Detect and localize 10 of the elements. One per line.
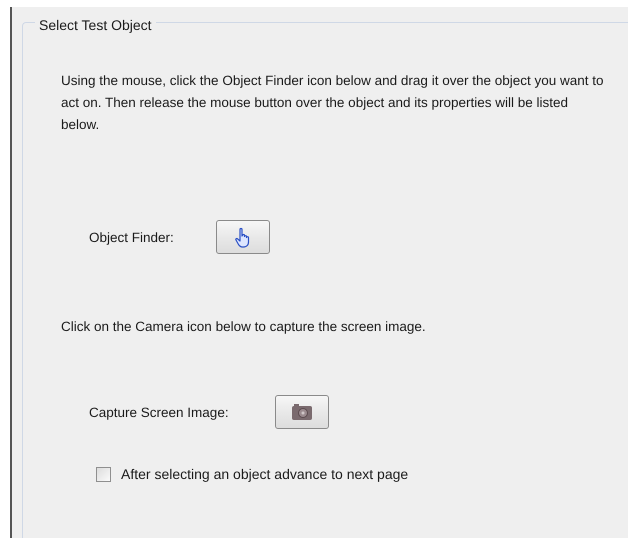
capture-label: Capture Screen Image: <box>89 404 230 420</box>
group-title: Select Test Object <box>35 17 156 33</box>
advance-checkbox[interactable] <box>96 466 111 482</box>
camera-icon <box>291 403 313 421</box>
instructions-text: Using the mouse, click the Object Finder icon below and drag it over the object you want to act on. Then release the mouse button over the object and its properties will be listed below. <box>61 72 605 134</box>
object-finder-label: Object Finder: <box>89 230 175 244</box>
capture-button[interactable] <box>275 395 329 429</box>
camera-instructions-text: Click on the Camera icon below to capture the screen image. <box>61 318 427 336</box>
advance-checkbox-label[interactable]: After selecting an object advance to next page <box>121 466 408 482</box>
object-finder-button[interactable] <box>216 220 270 254</box>
